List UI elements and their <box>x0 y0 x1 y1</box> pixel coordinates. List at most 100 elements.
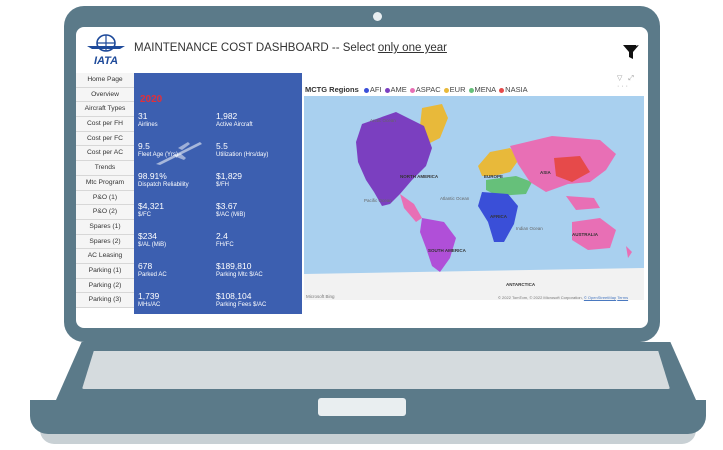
kpi-value: $1,829 <box>216 171 242 181</box>
label-pacific-ocean: Pacific Ocean <box>364 198 392 203</box>
svg-text:x: x <box>636 41 640 48</box>
kpi-value: 9.5 <box>138 141 150 151</box>
camera-icon <box>373 12 382 21</box>
kpi-label: MHs/AC <box>138 302 161 308</box>
legend-dot <box>499 87 505 93</box>
label-asia: ASIA <box>540 170 552 175</box>
nav-item[interactable]: Parking (3) <box>76 293 134 308</box>
label-atlantic-ocean: Atlantic Ocean <box>440 196 470 201</box>
nav-item[interactable]: Mtc Program <box>76 175 134 191</box>
kpi-card: 2.4 FH/FC <box>216 231 234 249</box>
kpi-label: Parked AC <box>138 272 167 278</box>
kpi-card: 1,739 MHs/AC <box>138 291 160 309</box>
label-africa: AFRICA <box>490 214 508 219</box>
nav-item[interactable]: Cost per AC <box>76 146 134 162</box>
nav-item[interactable]: Home Page <box>76 73 134 88</box>
legend-dot <box>384 87 390 93</box>
laptop-keyboard-deck <box>82 351 670 389</box>
kpi-label: $/FC <box>138 212 152 218</box>
kpi-label: $/FH <box>216 182 230 188</box>
page-title-emphasis: only one year <box>377 42 447 54</box>
label-australia: AUSTRALIA <box>572 232 599 237</box>
nav-item[interactable]: Aircraft Types <box>76 102 134 118</box>
legend-item[interactable]: ASPAC <box>416 85 441 94</box>
kpi-card: $108,104 Parking Fees $/AC <box>216 291 266 309</box>
nav-item[interactable]: Parking (1) <box>76 263 134 279</box>
iata-logo[interactable]: IATA <box>84 33 128 67</box>
label-europe: EUROPE <box>484 174 503 179</box>
kpi-value: 678 <box>138 261 153 271</box>
legend-item[interactable]: MENA <box>475 85 497 94</box>
kpi-label: $/AL (MiB) <box>138 242 167 248</box>
kpi-value: $4,321 <box>138 201 164 211</box>
kpi-card: $1,829 $/FH <box>216 171 242 189</box>
kpi-value: $189,810 <box>216 261 252 271</box>
kpi-card: $4,321 $/FC <box>138 201 164 219</box>
map-legend: MCTG Regions AFI AME ASPAC EUR MENA NASIA <box>305 85 528 94</box>
legend-item[interactable]: EUR <box>450 85 466 94</box>
nav-item[interactable]: Trends <box>76 161 134 176</box>
nav-item[interactable]: Cost per FC <box>76 131 134 147</box>
kpi-value: $234 <box>138 231 157 241</box>
visual-toolbar[interactable]: ▽ ⤢ ··· <box>617 74 648 90</box>
iata-logo-text: IATA <box>94 55 118 67</box>
kpi-card: $234 $/AL (MiB) <box>138 231 166 249</box>
filter-icon[interactable]: x <box>620 39 642 61</box>
nav-item[interactable]: Parking (2) <box>76 278 134 294</box>
legend-dot <box>468 87 474 93</box>
kpi-card: 98.91% Dispatch Reliability <box>138 171 189 189</box>
kpi-value: 1,739 <box>138 291 160 301</box>
legend-item[interactable]: NASIA <box>505 85 528 94</box>
legend-dot <box>409 87 415 93</box>
label-antarctica: ANTARCTICA <box>506 282 536 287</box>
label-north-america: NORTH AMERICA <box>400 174 439 179</box>
nav-item[interactable]: Cost per FH <box>76 117 134 132</box>
kpi-card: 1,982 Active Aircraft <box>216 111 253 129</box>
world-map[interactable]: Arctic Ocean Pacific Ocean Atlantic Ocea… <box>304 96 644 300</box>
nav-item[interactable]: Spares (2) <box>76 234 134 250</box>
label-south-america: SOUTH AMERICA <box>428 248 467 253</box>
kpi-label: Parking Mtc $/AC <box>216 272 263 278</box>
kpi-value: 2.4 <box>216 231 228 241</box>
nav-item[interactable]: Overview <box>76 87 134 103</box>
legend-item[interactable]: AFI <box>370 85 382 94</box>
kpi-label: Parking Fees $/AC <box>216 302 267 308</box>
kpi-card: 678 Parked AC <box>138 261 167 279</box>
label-indian-ocean: Indian Ocean <box>516 226 543 231</box>
dashboard-screen: IATA MAINTENANCE COST DASHBOARD -- Selec… <box>76 27 648 328</box>
credit-osm-link[interactable]: © OpenStreetMap <box>584 295 616 300</box>
legend-dot <box>443 87 449 93</box>
kpi-value: 1,982 <box>216 111 238 121</box>
kpi-label: Dispatch Reliability <box>138 182 189 188</box>
map-credit: © 2022 TomTom, © 2022 Microsoft Corporat… <box>498 295 628 300</box>
kpi-value: 98.91% <box>138 171 167 181</box>
kpi-card: $189,810 Parking Mtc $/AC <box>216 261 263 279</box>
legend-title: MCTG Regions <box>305 85 359 94</box>
nav-item[interactable]: P&O (1) <box>76 190 134 206</box>
kpi-card: 9.5 Fleet Age (Yrs) <box>138 141 178 159</box>
nav-item[interactable]: Spares (1) <box>76 219 134 235</box>
kpi-label: Airlines <box>138 122 158 128</box>
dashboard-header: IATA MAINTENANCE COST DASHBOARD -- Selec… <box>76 27 648 73</box>
kpi-panel: 2020 31 Airlines 1,982 Active Aircraft 9.5 Fl… <box>134 73 302 314</box>
kpi-card: $3.67 $/AC (MiB) <box>216 201 245 219</box>
kpi-label: FH/FC <box>216 242 234 248</box>
kpi-label: $/AC (MiB) <box>216 212 246 218</box>
page-title: MAINTENANCE COST DASHBOARD -- Select onl… <box>134 42 447 54</box>
legend-dot <box>363 87 369 93</box>
kpi-label: Fleet Age (Yrs) <box>138 152 179 158</box>
kpi-value: $108,104 <box>216 291 252 301</box>
label-arctic-ocean: Arctic Ocean <box>370 118 396 123</box>
credit-terms-link[interactable]: Terms <box>617 295 628 300</box>
kpi-label: Active Aircraft <box>216 122 253 128</box>
nav-item[interactable]: P&O (2) <box>76 205 134 220</box>
kpi-card: 5.5 Utilization (Hrs/day) <box>216 141 268 159</box>
legend-item[interactable]: AME <box>391 85 407 94</box>
map-provider-logo: Microsoft Bing <box>306 294 335 299</box>
kpi-label: Utilization (Hrs/day) <box>216 152 269 158</box>
credit-prefix: © 2022 TomTom, © 2022 Microsoft Corporat… <box>498 295 584 300</box>
nav-item[interactable]: AC Leasing <box>76 249 134 264</box>
page-title-prefix: MAINTENANCE COST DASHBOARD -- Select <box>134 42 378 54</box>
trackpad <box>318 398 406 416</box>
kpi-value: $3.67 <box>216 201 238 211</box>
